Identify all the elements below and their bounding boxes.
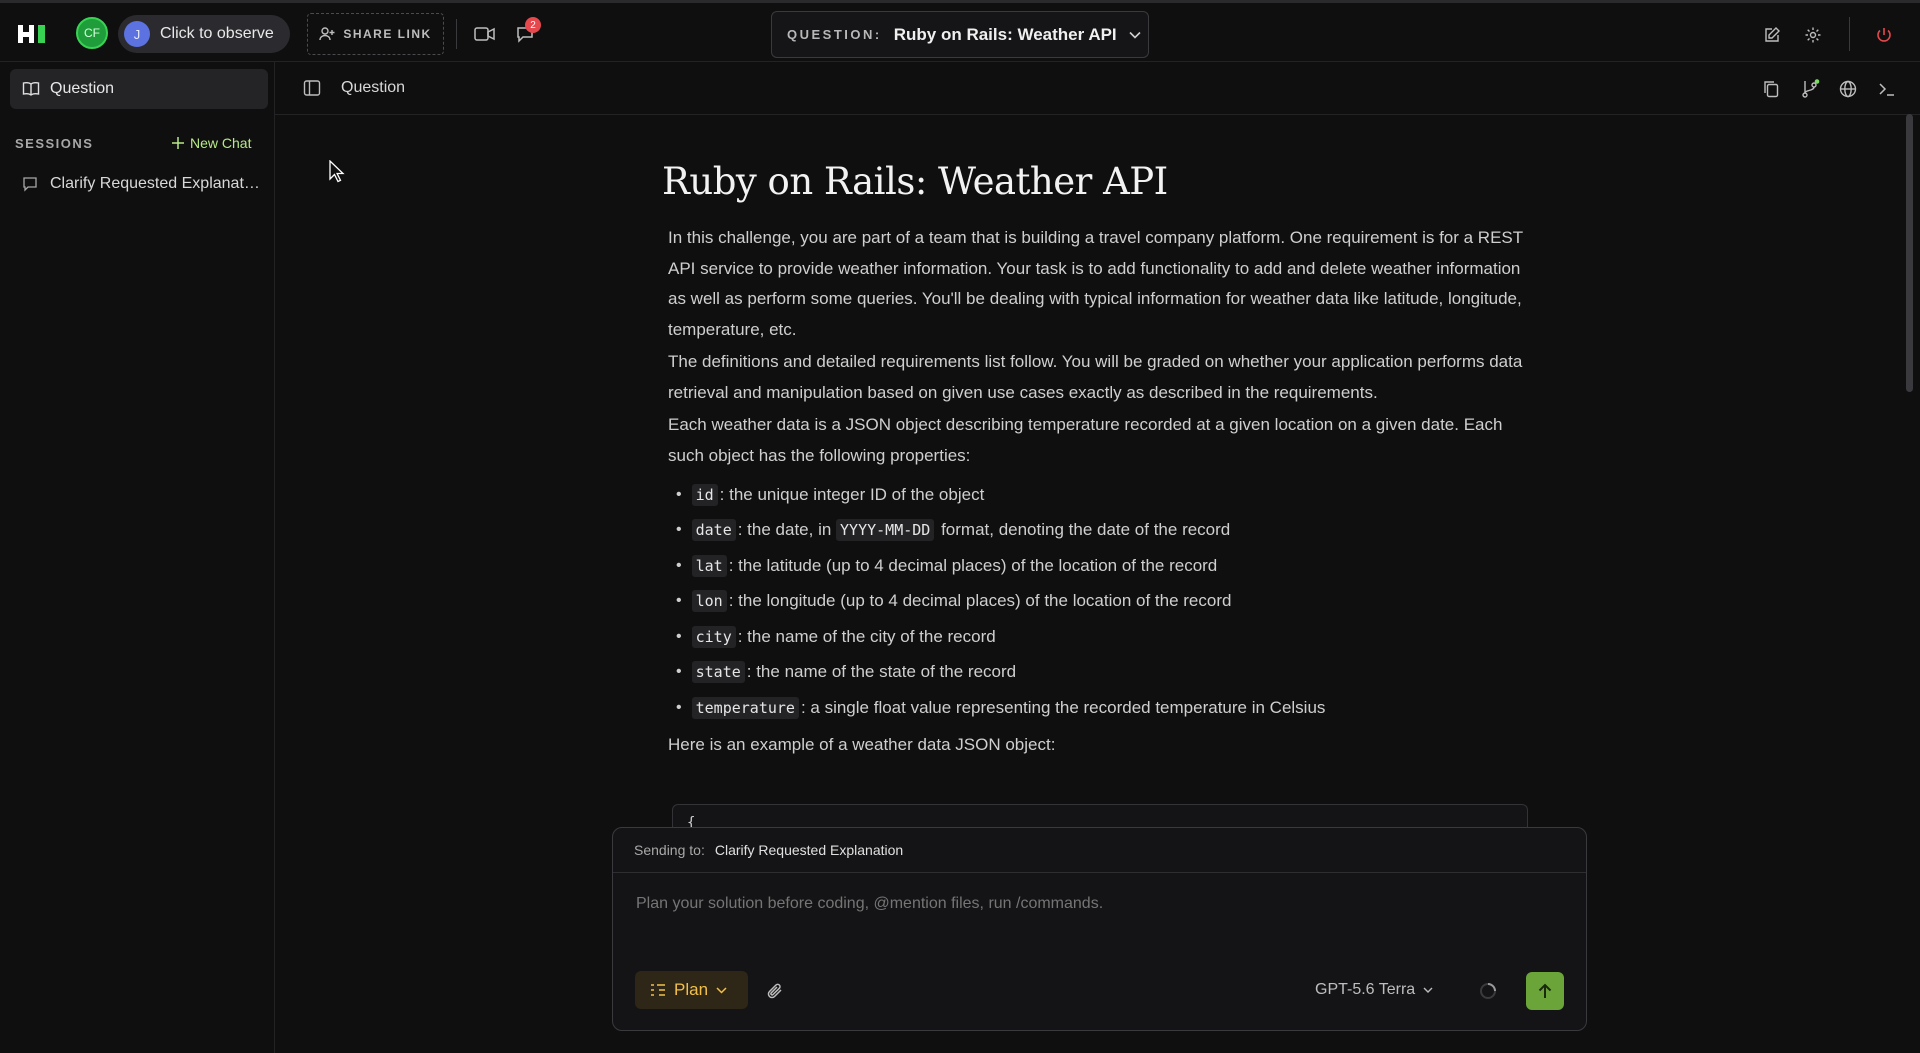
- inline-code: id: [691, 483, 718, 506]
- paragraph: Each weather data is a JSON object descr…: [668, 415, 1503, 465]
- mode-label: Plan: [674, 980, 709, 999]
- user-avatar[interactable]: CF: [76, 17, 108, 49]
- list-item: lat: the latitude (up to 4 decimal place…: [668, 548, 1530, 584]
- plus-icon: [172, 137, 184, 149]
- video-camera-icon: [474, 27, 495, 41]
- inline-code: temperature: [691, 696, 799, 719]
- loading-spinner-icon: [1480, 983, 1496, 999]
- list-item: lon: the longitude (up to 4 decimal plac…: [668, 584, 1530, 620]
- content-header: Question: [275, 62, 1920, 115]
- list-item-text: : the longitude (up to 4 decimal places)…: [728, 591, 1232, 611]
- question-document: Ruby on Rails: Weather API In this chall…: [660, 160, 1530, 762]
- session-label: Clarify Requested Explanati…: [50, 175, 260, 192]
- top-bar: CF J Click to observe SHARE LINK 2 QUEST…: [0, 0, 1920, 62]
- sidebar: Question SESSIONS New Chat Clarify Reque…: [0, 62, 275, 1053]
- edit-button[interactable]: [1760, 23, 1784, 47]
- end-session-button[interactable]: [1872, 23, 1896, 47]
- list-item-text: : the name of the state of the record: [746, 662, 1017, 682]
- content-title: Question: [341, 79, 406, 96]
- model-label: GPT-5.6 Terra: [1315, 981, 1416, 998]
- list-item: date: the date, in YYYY-MM-DD format, de…: [668, 513, 1530, 549]
- terminal-icon: [1879, 83, 1894, 96]
- gear-icon: [1805, 27, 1821, 43]
- paragraph: In this challenge, you are part of a tea…: [668, 228, 1523, 339]
- add-user-icon: [319, 27, 335, 41]
- page-title: Ruby on Rails: Weather API: [662, 160, 1168, 203]
- book-icon: [22, 82, 40, 96]
- attach-button[interactable]: [763, 979, 787, 1003]
- sending-to-bar: Sending to: Clarify Requested Explanatio…: [613, 828, 1586, 873]
- inline-code: date: [691, 519, 736, 542]
- inline-code: lon: [691, 590, 727, 613]
- property-list: id: the unique integer ID of the object …: [668, 477, 1530, 726]
- video-button[interactable]: [472, 21, 498, 47]
- new-chat-button[interactable]: New Chat: [172, 135, 251, 151]
- mouse-cursor-icon: [329, 160, 345, 183]
- list-item-text: : the date, in: [737, 520, 837, 540]
- model-selector[interactable]: GPT-5.6 Terra: [1315, 981, 1433, 999]
- inline-code: YYYY-MM-DD: [836, 519, 935, 542]
- chevron-down-icon: [716, 986, 727, 994]
- divider: [1849, 17, 1850, 51]
- list-tree-icon: [651, 984, 665, 996]
- paragraph: The definitions and detailed requirement…: [668, 352, 1523, 402]
- inline-code: city: [691, 625, 736, 648]
- list-item-text: format, denoting the date of the record: [936, 520, 1231, 540]
- inline-code: state: [691, 661, 745, 684]
- new-chat-label: New Chat: [190, 135, 252, 151]
- paperclip-icon: [767, 983, 782, 999]
- sending-to-label: Sending to:: [634, 842, 705, 858]
- question-selector-value: Ruby on Rails: Weather API: [893, 24, 1117, 44]
- observe-label: Click to observe: [160, 25, 274, 42]
- terminal-button[interactable]: [1876, 78, 1898, 100]
- sidebar-item-question[interactable]: Question: [10, 69, 268, 109]
- sidebar-item-label: Question: [50, 80, 115, 97]
- toggle-sidebar-button[interactable]: [302, 78, 322, 98]
- send-button[interactable]: [1526, 972, 1564, 1010]
- git-branch-icon: [1802, 79, 1820, 98]
- session-item[interactable]: Clarify Requested Explanati…: [22, 175, 262, 193]
- share-link-label: SHARE LINK: [343, 27, 432, 41]
- copy-button[interactable]: [1760, 78, 1782, 100]
- git-branch-button[interactable]: [1799, 78, 1821, 100]
- power-icon: [1877, 28, 1891, 42]
- divider: [456, 19, 457, 49]
- list-item: city: the name of the city of the record: [668, 619, 1530, 655]
- edit-icon: [1765, 27, 1780, 42]
- sending-to-value: Clarify Requested Explanation: [714, 842, 904, 858]
- chevron-down-icon: [1129, 31, 1141, 39]
- share-link-button[interactable]: SHARE LINK: [307, 13, 444, 55]
- list-item-text: : the latitude (up to 4 decimal places) …: [728, 555, 1218, 575]
- list-item: temperature: a single float value repres…: [668, 690, 1530, 726]
- list-item-text: : the name of the city of the record: [737, 626, 996, 646]
- globe-icon: [1839, 80, 1857, 98]
- list-item-text: : a single float value representing the …: [800, 697, 1326, 717]
- observer-avatar: J: [124, 21, 150, 47]
- question-selector-label: QUESTION:: [787, 27, 882, 42]
- sessions-heading: SESSIONS: [15, 136, 94, 151]
- chat-composer: Sending to: Clarify Requested Explanatio…: [612, 827, 1587, 1031]
- arrow-up-icon: [1538, 983, 1552, 998]
- settings-button[interactable]: [1801, 23, 1825, 47]
- browser-button[interactable]: [1837, 78, 1859, 100]
- list-item: id: the unique integer ID of the object: [668, 477, 1530, 513]
- list-item: state: the name of the state of the reco…: [668, 655, 1530, 691]
- paragraph: Here is an example of a weather data JSO…: [668, 734, 1056, 754]
- observe-button[interactable]: J Click to observe: [118, 15, 290, 53]
- prompt-input[interactable]: [634, 894, 1538, 914]
- scrollbar[interactable]: [1906, 114, 1913, 392]
- question-selector[interactable]: QUESTION: Ruby on Rails: Weather API: [771, 11, 1149, 58]
- chevron-down-icon: [1423, 987, 1433, 993]
- notification-badge: 2: [525, 17, 541, 33]
- list-item-text: : the unique integer ID of the object: [719, 484, 985, 504]
- logo-icon[interactable]: [18, 23, 48, 45]
- mode-selector[interactable]: Plan: [635, 971, 748, 1009]
- chat-bubble-icon: [23, 177, 37, 192]
- copy-icon: [1764, 81, 1779, 98]
- sidebar-panel-icon: [303, 80, 321, 96]
- inline-code: lat: [691, 554, 727, 577]
